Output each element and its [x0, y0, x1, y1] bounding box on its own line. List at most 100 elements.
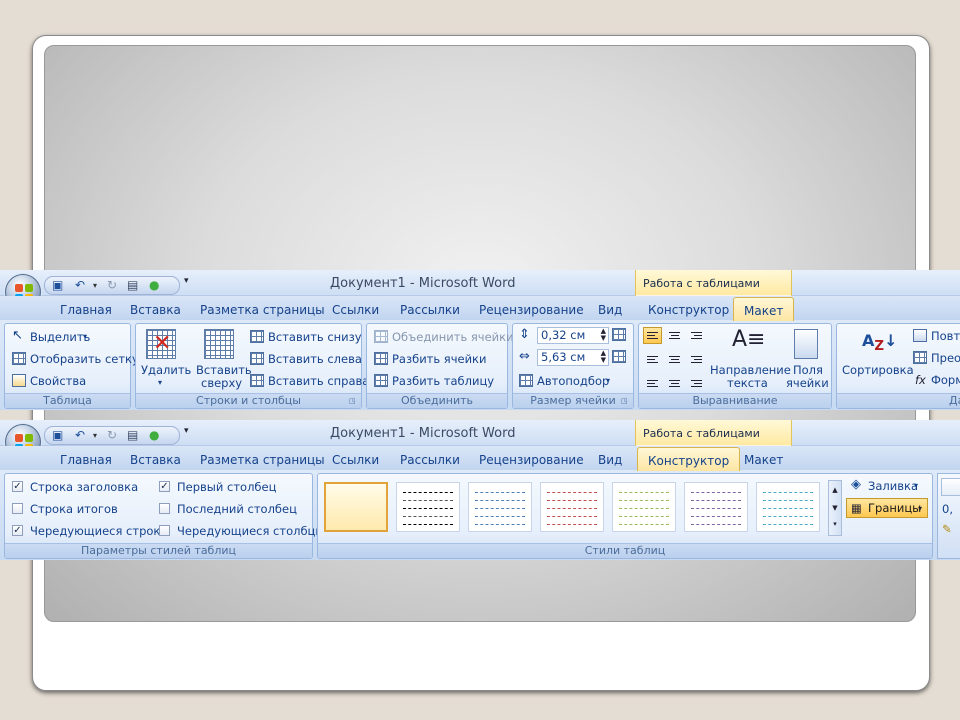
- spelling-icon[interactable]: ●: [149, 428, 159, 443]
- print-preview-icon[interactable]: ▤: [127, 428, 138, 443]
- table-style-light-aqua[interactable]: [756, 482, 820, 532]
- tab-layout[interactable]: Макет: [744, 453, 783, 467]
- tab-insert[interactable]: Вставка: [130, 303, 181, 317]
- redo-icon[interactable]: ↻: [107, 428, 117, 443]
- table-style-light-red[interactable]: [540, 482, 604, 532]
- row-height-spinner-icon[interactable]: ▲ ▼: [601, 328, 606, 342]
- align-top-right-icon[interactable]: [687, 327, 706, 344]
- tab-home[interactable]: Главная: [60, 303, 112, 317]
- pen-style-box[interactable]: [941, 478, 960, 496]
- select-button[interactable]: Выделить: [30, 330, 90, 344]
- split-cells-button[interactable]: Разбить ячейки: [392, 352, 486, 366]
- pen-color-icon[interactable]: ✎: [942, 522, 952, 536]
- repeat-header-button[interactable]: Повто: [931, 329, 960, 343]
- header-row-checkbox[interactable]: ✓: [12, 481, 23, 492]
- align-top-center-icon[interactable]: [665, 327, 684, 344]
- redo-icon[interactable]: ↻: [107, 278, 117, 293]
- banded-columns-checkbox[interactable]: [159, 525, 170, 536]
- shading-button[interactable]: Заливка: [868, 479, 918, 493]
- tab-review[interactable]: Рецензирование: [479, 453, 584, 467]
- save-icon[interactable]: ▣: [52, 428, 63, 443]
- rows-columns-launcher-icon[interactable]: ◳: [349, 397, 358, 406]
- print-preview-icon[interactable]: ▤: [127, 278, 138, 293]
- convert-to-text-button[interactable]: Преоб: [931, 351, 960, 365]
- align-bottom-center-icon[interactable]: [665, 371, 684, 388]
- tab-design[interactable]: Конструктор: [648, 303, 729, 317]
- text-direction-button-line1[interactable]: Направление: [710, 363, 791, 377]
- customize-qat-icon[interactable]: ▾: [184, 426, 189, 436]
- distribute-rows-icon[interactable]: [612, 328, 626, 341]
- column-width-spinner-icon[interactable]: ▲ ▼: [601, 350, 606, 364]
- table-styles-scroll[interactable]: ▲ ▼ ▾: [828, 480, 842, 536]
- view-gridlines-icon: [12, 352, 26, 365]
- select-dropdown-icon[interactable]: ▾: [83, 330, 87, 344]
- align-middle-right-icon[interactable]: [687, 349, 706, 366]
- row-height-input[interactable]: 0,32 см ▲ ▼: [537, 327, 609, 344]
- text-direction-button-line2[interactable]: текста: [727, 376, 768, 390]
- borders-button[interactable]: ▦ Границы ▾: [846, 498, 928, 518]
- customize-qat-icon[interactable]: ▾: [184, 276, 189, 286]
- tab-design[interactable]: Конструктор: [637, 447, 741, 471]
- last-column-checkbox[interactable]: [159, 503, 170, 514]
- tab-references[interactable]: Ссылки: [332, 453, 379, 467]
- align-middle-center-icon[interactable]: [665, 349, 684, 366]
- tab-mailings[interactable]: Рассылки: [400, 303, 460, 317]
- tab-insert[interactable]: Вставка: [130, 453, 181, 467]
- align-middle-left-icon[interactable]: [643, 349, 662, 366]
- shading-dropdown-icon[interactable]: ▾: [914, 479, 918, 493]
- split-table-button[interactable]: Разбить таблицу: [392, 374, 494, 388]
- insert-right-button[interactable]: Вставить справа: [268, 374, 369, 388]
- table-style-light-shading[interactable]: [396, 482, 460, 532]
- column-width-input[interactable]: 5,63 см ▲ ▼: [537, 349, 609, 366]
- tab-layout[interactable]: Макет: [733, 297, 795, 321]
- align-top-left-icon[interactable]: [643, 327, 662, 344]
- scroll-up-icon[interactable]: ▲: [829, 481, 841, 499]
- distribute-columns-icon[interactable]: [612, 350, 626, 363]
- scroll-down-icon[interactable]: ▼: [829, 499, 841, 517]
- align-bottom-left-icon[interactable]: [643, 371, 662, 388]
- align-bottom-right-icon[interactable]: [687, 371, 706, 388]
- tab-view[interactable]: Вид: [598, 453, 622, 467]
- tab-mailings[interactable]: Рассылки: [400, 453, 460, 467]
- tab-references[interactable]: Ссылки: [332, 303, 379, 317]
- sort-button[interactable]: Сортировка: [842, 363, 914, 377]
- first-column-checkbox[interactable]: ✓: [159, 481, 170, 492]
- cell-size-launcher-icon[interactable]: ◳: [621, 397, 630, 406]
- table-style-light-purple[interactable]: [684, 482, 748, 532]
- convert-to-text-icon: [913, 351, 927, 364]
- quick-access-toolbar: ▣ ↶ ▾ ↻ ▤ ●: [44, 276, 180, 295]
- borders-dropdown-icon[interactable]: ▾: [918, 502, 922, 516]
- banded-rows-checkbox[interactable]: ✓: [12, 525, 23, 536]
- view-gridlines-button[interactable]: Отобразить сетку: [30, 352, 139, 366]
- tab-page-layout[interactable]: Разметка страницы: [200, 303, 325, 317]
- delete-button[interactable]: Удалить: [141, 363, 191, 377]
- table-style-light-green[interactable]: [612, 482, 676, 532]
- insert-below-button[interactable]: Вставить снизу: [268, 330, 362, 344]
- insert-left-button[interactable]: Вставить слева: [268, 352, 362, 366]
- cell-margins-button-line2[interactable]: ячейки: [786, 376, 829, 390]
- save-icon[interactable]: ▣: [52, 278, 63, 293]
- autofit-button[interactable]: Автоподбор: [537, 374, 609, 388]
- merge-cells-button[interactable]: Объединить ячейки: [392, 330, 514, 344]
- undo-icon[interactable]: ↶: [75, 428, 85, 443]
- tab-review[interactable]: Рецензирование: [479, 303, 584, 317]
- pen-weight-value[interactable]: 0,: [942, 502, 953, 516]
- spelling-icon[interactable]: ●: [149, 278, 159, 293]
- delete-dropdown-icon[interactable]: ▾: [158, 376, 162, 390]
- undo-dropdown-icon[interactable]: ▾: [93, 428, 97, 443]
- insert-above-button-line1[interactable]: Вставить: [196, 363, 252, 377]
- table-style-light-blue[interactable]: [468, 482, 532, 532]
- undo-icon[interactable]: ↶: [75, 278, 85, 293]
- autofit-dropdown-icon[interactable]: ▾: [606, 374, 610, 388]
- table-style-grid[interactable]: [324, 482, 388, 532]
- insert-above-button-line2[interactable]: сверху: [201, 376, 242, 390]
- tab-home[interactable]: Главная: [60, 453, 112, 467]
- tab-view[interactable]: Вид: [598, 303, 622, 317]
- total-row-checkbox[interactable]: [12, 503, 23, 514]
- undo-dropdown-icon[interactable]: ▾: [93, 278, 97, 293]
- properties-button[interactable]: Свойства: [30, 374, 86, 388]
- cell-margins-button-line1[interactable]: Поля: [793, 363, 823, 377]
- tab-page-layout[interactable]: Разметка страницы: [200, 453, 325, 467]
- more-styles-icon[interactable]: ▾: [829, 517, 841, 531]
- formula-button[interactable]: Форм: [931, 373, 960, 387]
